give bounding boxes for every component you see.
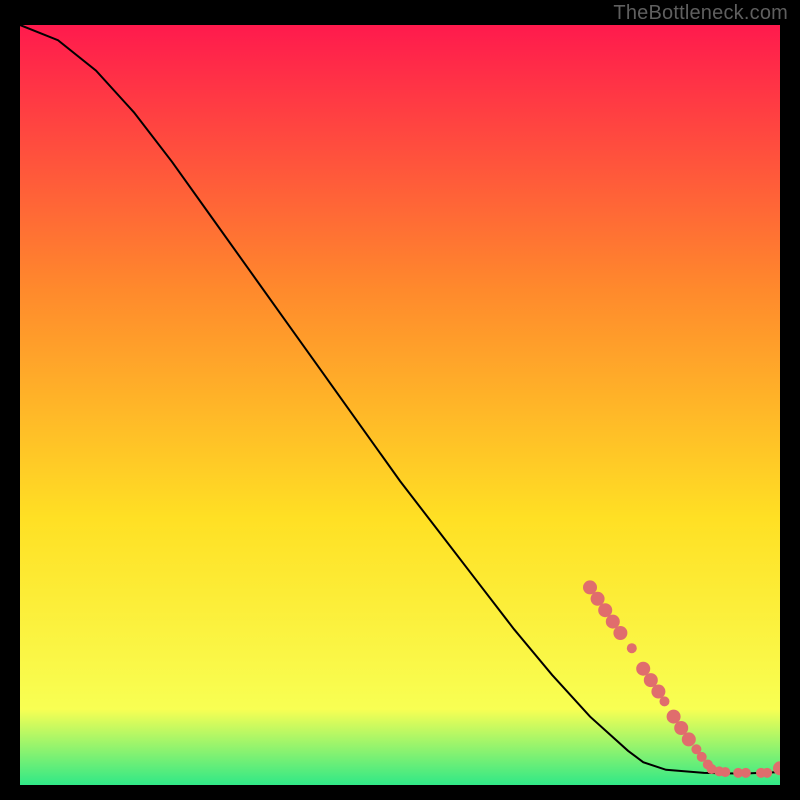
chart-svg bbox=[20, 25, 780, 785]
highlight-point bbox=[627, 643, 637, 653]
highlight-point bbox=[674, 721, 688, 735]
highlight-point bbox=[762, 768, 772, 778]
highlight-point bbox=[659, 696, 669, 706]
highlight-point bbox=[667, 710, 681, 724]
attribution-label: TheBottleneck.com bbox=[613, 2, 788, 25]
highlight-point bbox=[720, 767, 730, 777]
highlight-point bbox=[583, 580, 597, 594]
highlight-point bbox=[682, 732, 696, 746]
highlight-point bbox=[613, 626, 627, 640]
highlight-point bbox=[741, 768, 751, 778]
chart-plot bbox=[20, 25, 780, 785]
highlight-point bbox=[644, 673, 658, 687]
chart-stage: TheBottleneck.com bbox=[0, 0, 800, 800]
highlight-point bbox=[598, 603, 612, 617]
highlight-point bbox=[651, 685, 665, 699]
highlight-point bbox=[591, 592, 605, 606]
chart-background bbox=[20, 25, 780, 785]
highlight-point bbox=[606, 615, 620, 629]
highlight-point bbox=[636, 662, 650, 676]
